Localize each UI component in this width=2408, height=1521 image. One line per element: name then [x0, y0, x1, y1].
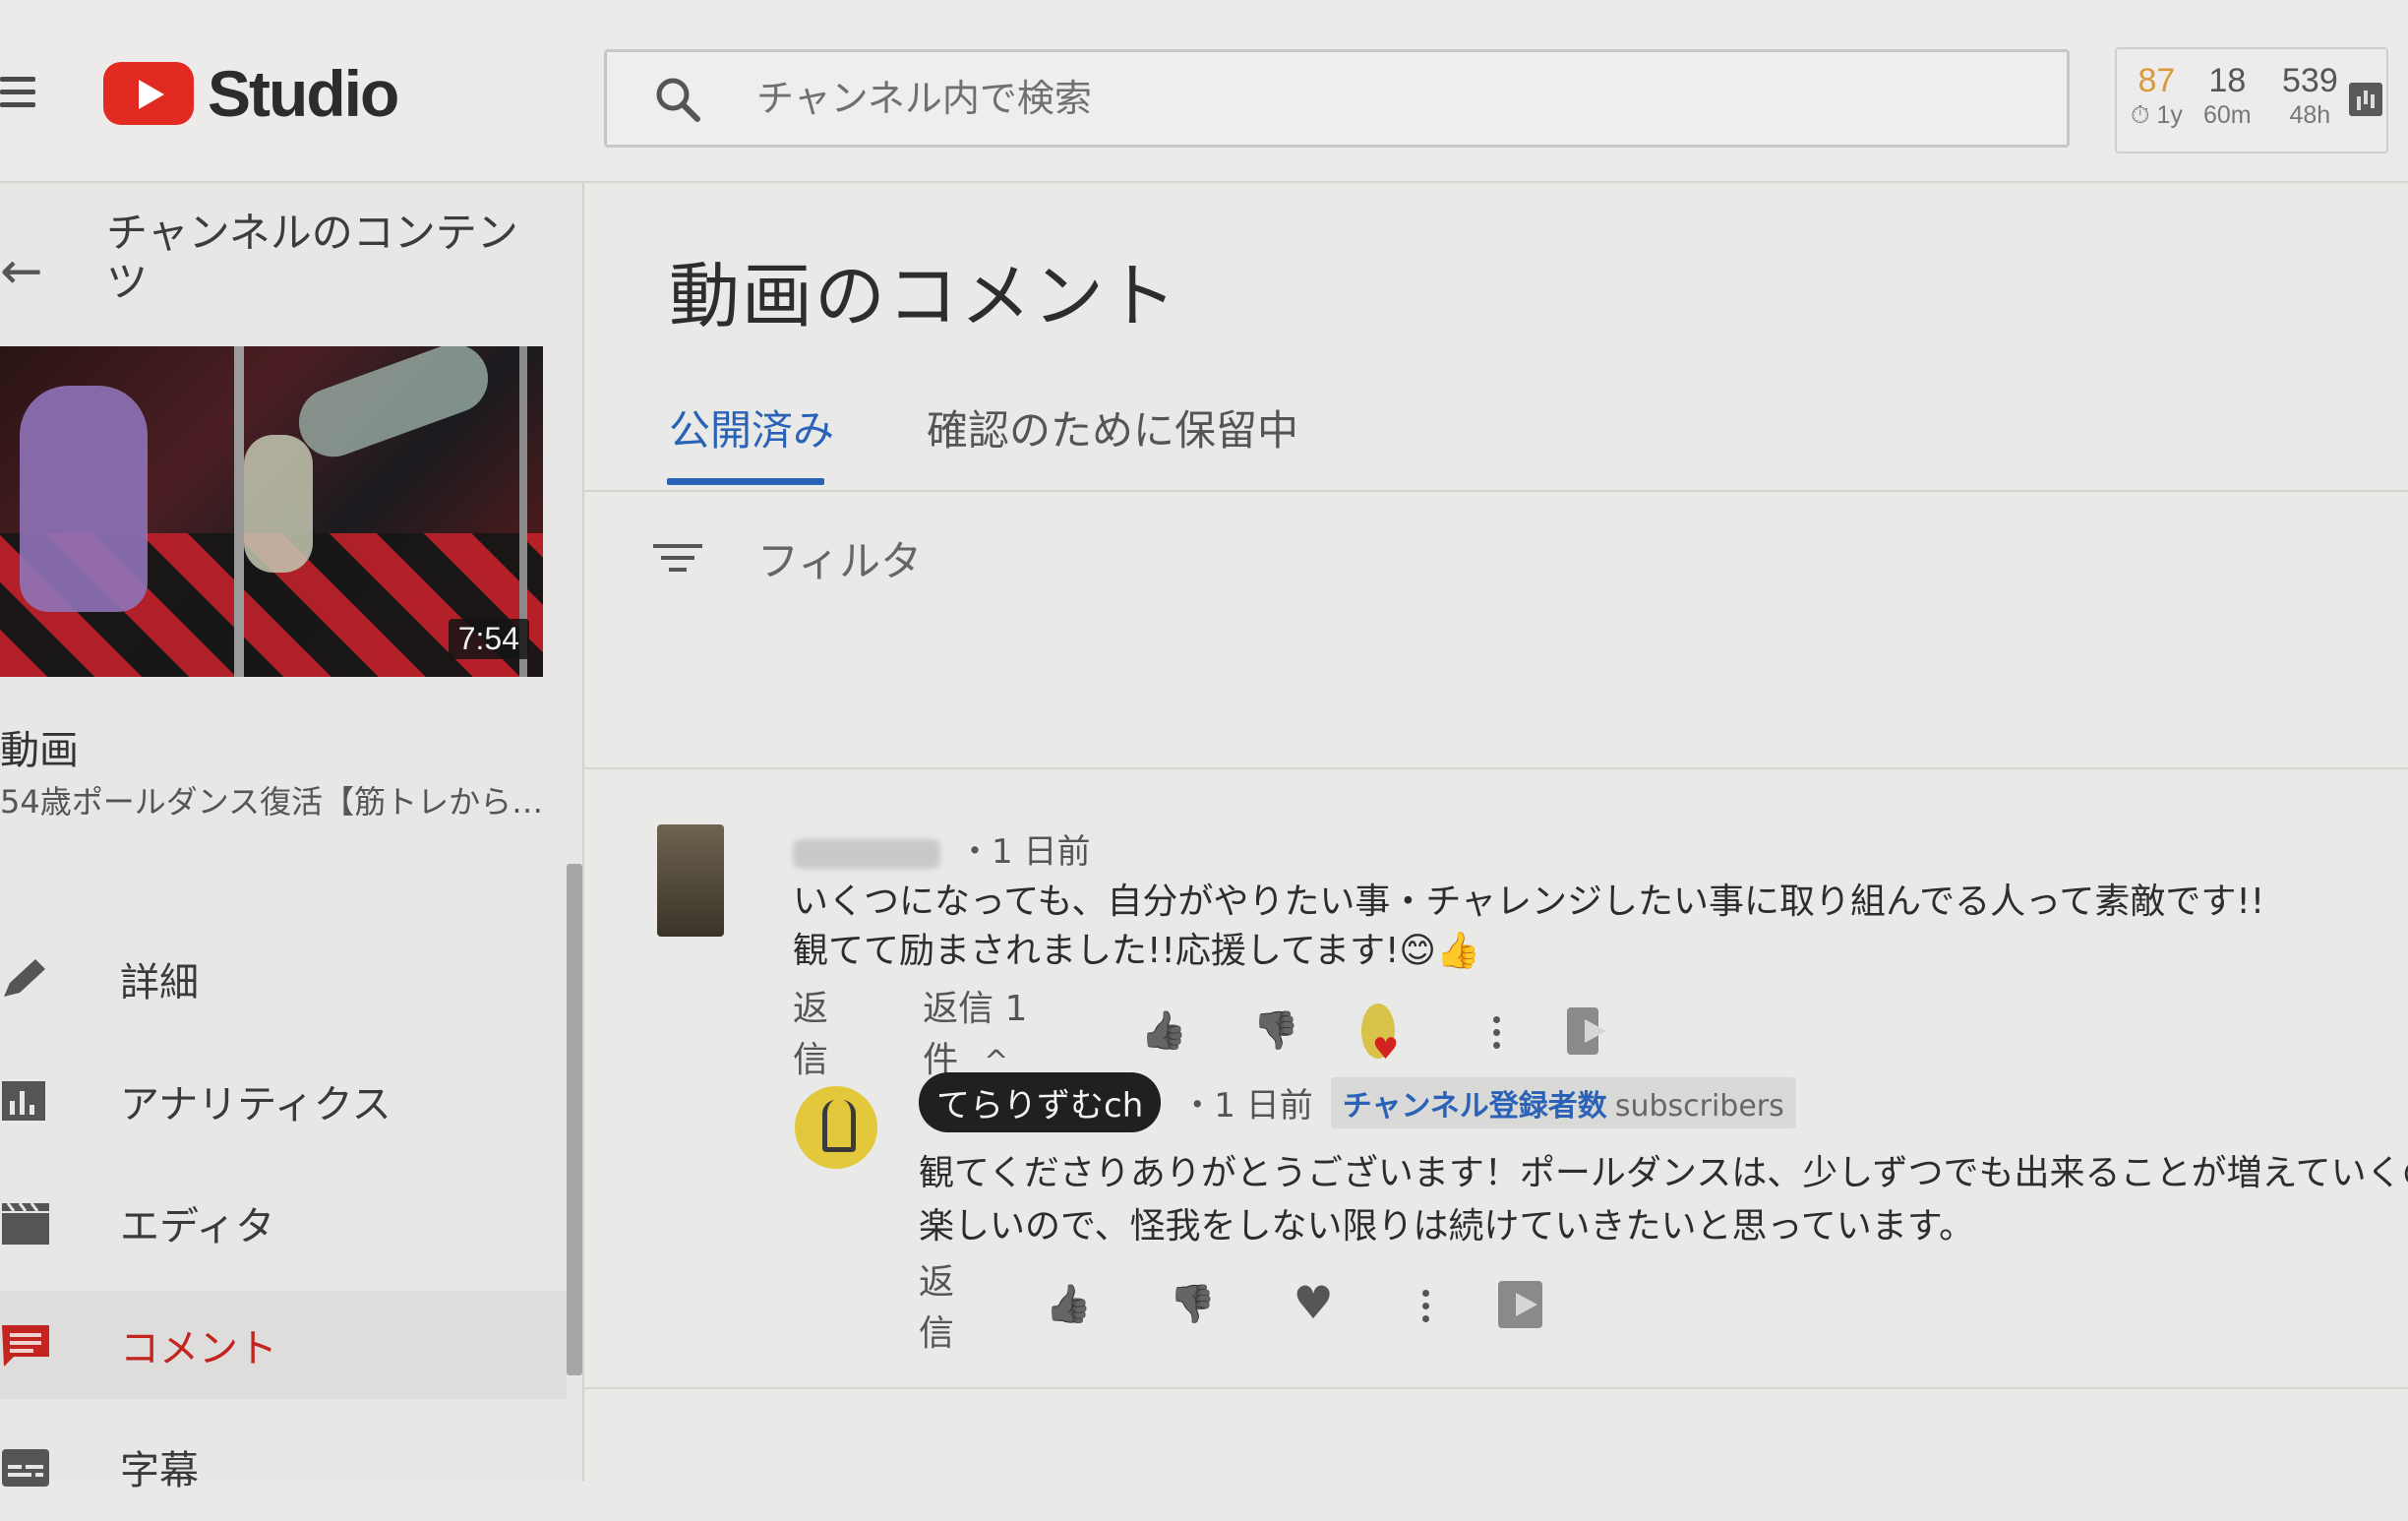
comment-icon	[2, 1325, 49, 1367]
page-title: 動画のコメント	[669, 255, 1179, 337]
stat-1y: 87 ⏱ 1y	[2131, 62, 2183, 129]
subscriber-count-badge: チャンネル登録者数 subscribers	[1330, 1076, 1796, 1128]
bar-chart-icon[interactable]	[2349, 83, 2382, 116]
top-bar: Studio 87 ⏱ 1y 18 60m 539 48h	[0, 0, 2408, 183]
stat-48h: 539 48h	[2282, 62, 2338, 129]
sidebar-item-comments[interactable]: コメント	[0, 1291, 567, 1399]
tubebuddy-icon[interactable]	[1567, 1007, 1607, 1055]
reply-meta: てらりずむch ・1 日前 チャンネル登録者数 subscribers	[919, 1072, 1796, 1132]
video-thumbnail[interactable]: 7:54	[0, 346, 543, 677]
commenter-name-redacted[interactable]	[793, 838, 940, 869]
thumbs-up-icon[interactable]	[1138, 1008, 1166, 1054]
video-title[interactable]: 54歳ポールダンス復活【筋トレから…	[0, 777, 543, 822]
filter-bar[interactable]: フィルタ	[653, 517, 922, 598]
youtube-play-icon	[103, 62, 194, 125]
reply-button[interactable]: 返信	[793, 980, 836, 1082]
stat-60m: 18 60m	[2203, 62, 2252, 129]
filter-icon	[653, 540, 702, 576]
analytics-icon	[2, 1081, 45, 1121]
comment-time: ・1 日前	[958, 832, 1091, 872]
logo-text: Studio	[208, 57, 399, 130]
tab-held-for-review[interactable]: 確認のために保留中	[927, 397, 1298, 457]
divider	[584, 1387, 2408, 1389]
main-content: 動画のコメント 公開済み 確認のために保留中 フィルタ ・1 日前 いくつになっ…	[584, 183, 2408, 1481]
back-arrow-icon[interactable]: ←	[0, 242, 43, 301]
search-input[interactable]	[754, 72, 1939, 125]
comment-text: いくつになっても、自分がやりたい事・チャレンジしたい事に取り組んでる人って素敵で…	[793, 882, 2265, 971]
tubebuddy-icon[interactable]	[1497, 1281, 1542, 1328]
sidebar-item-analytics[interactable]: アナリティクス	[0, 1047, 567, 1155]
heart-icon[interactable]	[1289, 1276, 1333, 1329]
commenter-avatar[interactable]	[657, 824, 724, 937]
thumbs-up-icon[interactable]	[1044, 1282, 1083, 1327]
subtitles-icon	[2, 1449, 49, 1487]
search-icon	[656, 78, 700, 122]
reply-button[interactable]: 返信	[919, 1253, 981, 1356]
pencil-icon	[4, 959, 45, 997]
clapperboard-icon	[2, 1202, 49, 1245]
reply-text: 観てくださりありがとうございます！ポールダンスは、少しずつでも出来ることが増えて…	[919, 1153, 2408, 1247]
filter-label: フィルタ	[757, 536, 923, 585]
divider	[584, 767, 2408, 769]
more-options-icon[interactable]	[1489, 1008, 1501, 1054]
reply-actions: 返信	[919, 1262, 1542, 1354]
realtime-stats-widget[interactable]: 87 ⏱ 1y 18 60m 539 48h	[2115, 47, 2388, 153]
creator-name-badge[interactable]: てらりずむch	[919, 1072, 1162, 1132]
creator-heart-icon[interactable]	[1360, 1004, 1399, 1066]
sidebar-item-details[interactable]: 詳細	[0, 925, 567, 1033]
active-tab-indicator	[667, 478, 824, 485]
studio-logo[interactable]: Studio	[103, 57, 399, 130]
video-duration: 7:54	[448, 619, 529, 659]
sidebar: ← チャンネルのコンテンツ 7:54 動画 54歳ポールダンス復活【筋トレから……	[0, 183, 584, 1493]
thumbs-down-icon[interactable]	[1168, 1282, 1207, 1327]
thumbs-down-icon[interactable]	[1251, 1008, 1279, 1054]
search-box[interactable]	[604, 49, 2070, 148]
creator-avatar[interactable]	[795, 1086, 877, 1169]
menu-icon[interactable]	[0, 77, 35, 107]
channel-content-title: チャンネルのコンテンツ	[106, 209, 518, 306]
tab-published[interactable]: 公開済み	[669, 397, 834, 457]
tab-divider	[584, 490, 2408, 492]
reply-time: ・1 日前	[1180, 1086, 1313, 1126]
more-options-icon[interactable]	[1418, 1282, 1430, 1327]
sidebar-item-subtitles[interactable]: 字幕	[0, 1413, 567, 1521]
sidebar-scrollbar[interactable]	[567, 864, 582, 1375]
view-replies-button[interactable]: 返信 1 件 ^	[923, 980, 1046, 1082]
sidebar-item-editor[interactable]: エディタ	[0, 1169, 567, 1277]
comment-meta: ・1 日前	[793, 824, 1090, 873]
comment-actions: 返信 返信 1 件 ^	[793, 989, 1607, 1080]
video-section-label: 動画	[0, 728, 79, 773]
